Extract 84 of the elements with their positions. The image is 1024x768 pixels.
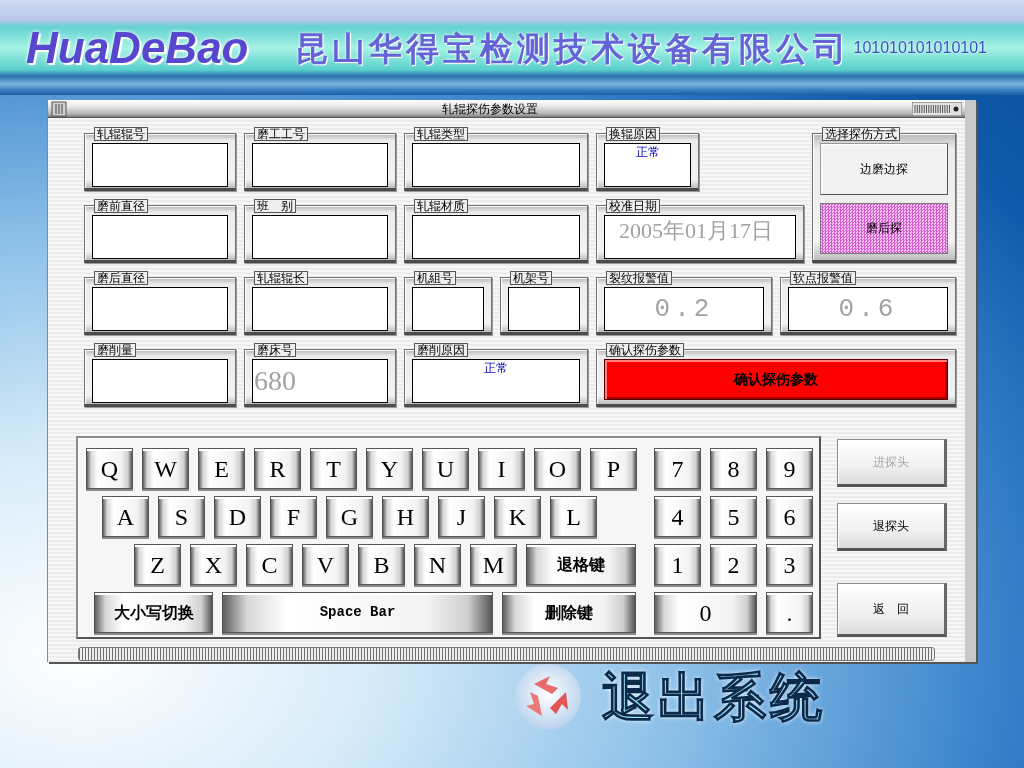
keyboard-key[interactable]: O [534,448,581,489]
input-field[interactable] [412,287,484,331]
numpad-key[interactable]: 0 [654,592,757,633]
input-field[interactable] [92,287,228,331]
keyboard-key[interactable]: J [438,496,485,537]
group-label: 机組号 [414,271,456,285]
group-label: 确认探伤参数 [606,343,684,357]
keyboard-key[interactable]: W [142,448,189,489]
keyboard-key[interactable]: Q [86,448,133,489]
keyboard-key[interactable]: L [550,496,597,537]
keyboard-key[interactable]: 大小写切换 [94,592,213,633]
numpad-key[interactable]: 7 [654,448,701,489]
keyboard-key[interactable]: Space Bar [222,592,493,633]
input-field[interactable] [92,143,228,187]
numpad-key[interactable]: 5 [710,496,757,537]
numpad-key[interactable]: 8 [710,448,757,489]
numpad-key[interactable]: 2 [710,544,757,585]
side-button[interactable]: 返 回 [837,583,947,637]
recycle-icon [512,664,584,730]
group-label: 磨工工号 [254,127,308,141]
group-label: 轧辊辊号 [94,127,148,141]
numpad-key[interactable]: 9 [766,448,813,489]
keyboard-key[interactable]: 退格键 [526,544,636,585]
keyboard-key[interactable]: T [310,448,357,489]
group-label: 磨床号 [254,343,296,357]
keyboard-key[interactable]: M [470,544,517,585]
group-label: 校准日期 [606,199,660,213]
keyboard-key[interactable]: E [198,448,245,489]
keyboard-key[interactable]: K [494,496,541,537]
group-label: 磨削量 [94,343,136,357]
numpad-key[interactable]: 1 [654,544,701,585]
keyboard-key[interactable]: R [254,448,301,489]
keyboard-key[interactable]: S [158,496,205,537]
group-label: 轧辊辊长 [254,271,308,285]
keyboard-key[interactable]: G [326,496,373,537]
numpad-key[interactable]: 3 [766,544,813,585]
keyboard-key[interactable]: V [302,544,349,585]
company-name: 昆山华得宝检测技术设备有限公司 [294,30,850,68]
keyboard-key[interactable]: Y [366,448,413,489]
binary-text: 101010101010101 [853,39,987,57]
keyboard-key[interactable]: H [382,496,429,537]
group-label: 软点报警值 [790,271,856,285]
input-field[interactable]: 正常 [412,359,580,403]
side-button[interactable]: 退探头 [837,503,947,551]
input-field[interactable]: 正常 [604,143,691,187]
input-field[interactable] [92,359,228,403]
group-label: 班 别 [254,199,296,213]
keyboard-key[interactable]: P [590,448,637,489]
exit-button[interactable]: 退出系统 [512,664,826,730]
confirm-button[interactable]: 确认探伤参数 [604,359,948,400]
keyboard-key[interactable]: A [102,496,149,537]
input-field[interactable] [508,287,580,331]
input-field[interactable] [412,215,580,259]
keyboard-key[interactable]: F [270,496,317,537]
window-title: 轧辊探伤参数设置 [440,101,539,116]
group-label: 磨后直径 [94,271,148,285]
input-field[interactable] [252,215,388,259]
input-field[interactable] [252,143,388,187]
keyboard-key[interactable]: C [246,544,293,585]
group-label: 磨前直径 [94,199,148,213]
input-field[interactable] [252,287,388,331]
mode-option[interactable]: 边磨边探 [820,143,948,195]
group-label: 裂纹报警值 [606,271,672,285]
logo-text: HuaDeBao [26,24,249,72]
keyboard-key[interactable]: I [478,448,525,489]
group-label: 选择探伤方式 [822,127,900,141]
group-label: 磨削原因 [414,343,468,357]
mode-option[interactable]: 磨后探 [820,202,948,254]
group-label: 机架号 [510,271,552,285]
keyboard-key[interactable]: X [190,544,237,585]
group-label: 换辊原因 [606,127,660,141]
keyboard-key[interactable]: B [358,544,405,585]
group-label: 轧辊类型 [414,127,468,141]
keyboard-key[interactable]: U [422,448,469,489]
input-field[interactable] [92,215,228,259]
numpad-key[interactable]: 6 [766,496,813,537]
numpad-key[interactable]: 4 [654,496,701,537]
input-field[interactable] [412,143,580,187]
keyboard-key[interactable]: N [414,544,461,585]
numpad-key[interactable]: . [766,592,813,633]
keyboard-key[interactable]: 删除键 [502,592,636,633]
group-label: 轧辊材质 [414,199,468,213]
keyboard-key[interactable]: Z [134,544,181,585]
keyboard-key[interactable]: D [214,496,261,537]
